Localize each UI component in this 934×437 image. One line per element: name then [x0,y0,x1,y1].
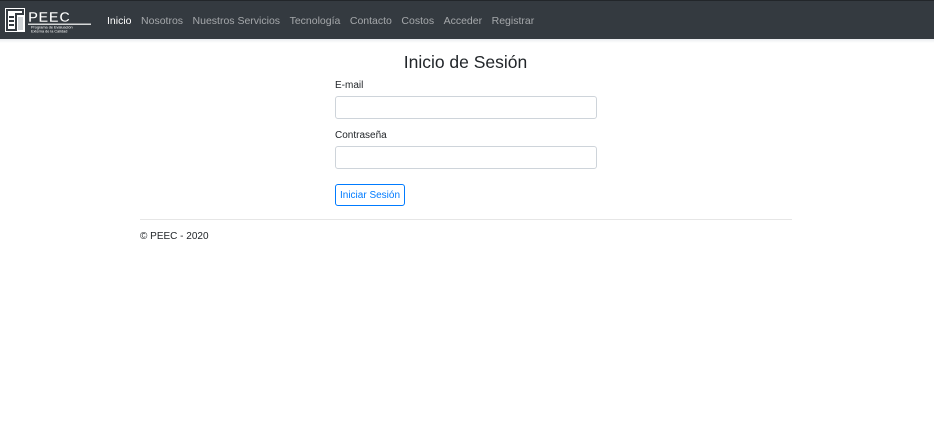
footer-divider [140,219,792,220]
password-field[interactable] [335,146,597,169]
nav-item-tecnologia[interactable]: Tecnología [290,15,341,27]
nav-item-nuestros-servicios[interactable]: Nuestros Servicios [193,15,281,27]
logo-wordmark: PEEC [28,9,70,26]
password-label: Contraseña [335,130,387,141]
logo-subtitle-2: Externa de la Calidad [31,30,67,34]
page-title: Inicio de Sesión [403,52,528,72]
peec-logo[interactable]: PEEC Programa de Evaluación Externa de l… [5,7,93,35]
nav-item-contacto[interactable]: Contacto [350,15,392,27]
top-navbar: PEEC Programa de Evaluación Externa de l… [0,0,934,39]
email-label: E-mail [335,80,364,91]
login-button[interactable]: Iniciar Sesión [335,184,405,206]
navbar-shadow [0,39,934,43]
email-field[interactable] [335,96,597,119]
footer-copyright: © PEEC - 2020 [140,231,209,242]
nav-item-inicio[interactable]: Inicio [107,15,132,27]
nav-item-costos[interactable]: Costos [401,15,434,27]
nav-item-nosotros[interactable]: Nosotros [141,15,183,27]
nav-item-acceder[interactable]: Acceder [444,15,483,27]
nav-item-registrar[interactable]: Registrar [492,15,535,27]
nav-links: Inicio Nosotros Nuestros Servicios Tecno… [107,1,544,40]
